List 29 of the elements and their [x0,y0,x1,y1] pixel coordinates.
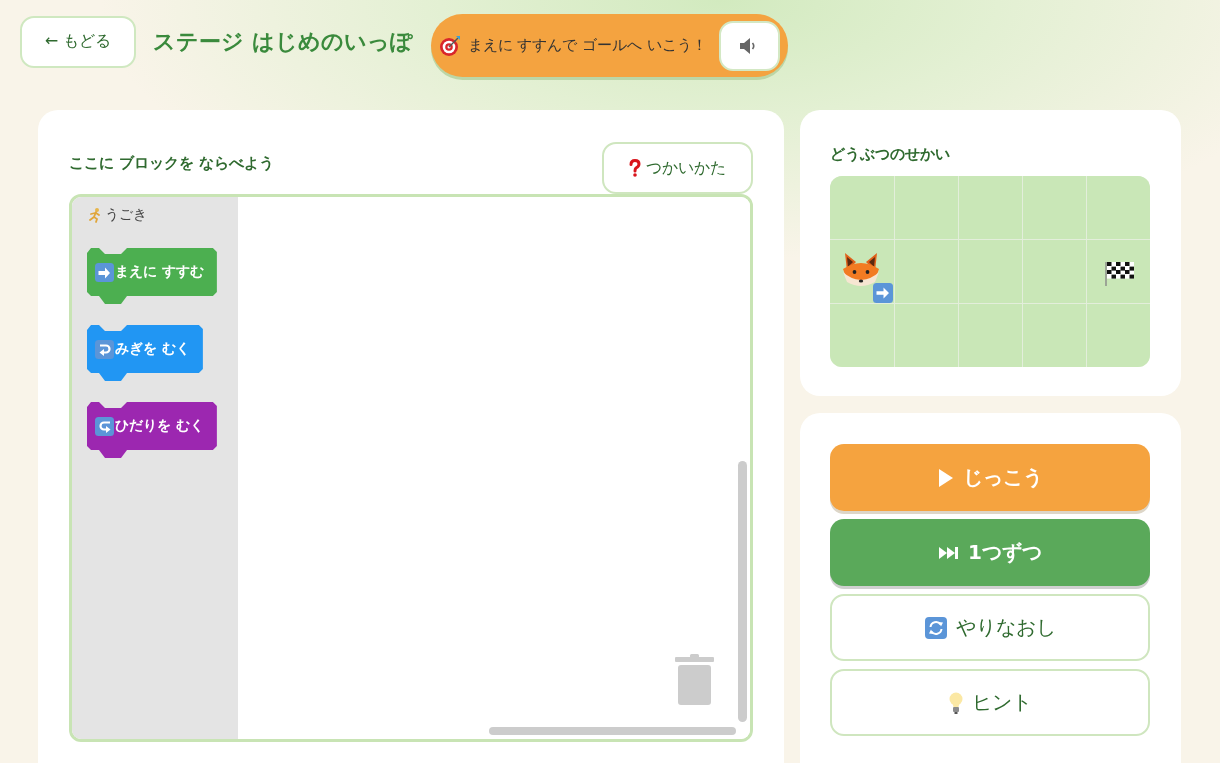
refresh-icon [924,616,947,639]
goal-text: まえに すすんで ゴールへ いこう！ [467,36,707,55]
trash-icon [675,654,715,705]
grid-cell [894,176,958,239]
lightbulb-icon [948,691,963,714]
grid-cell [958,304,1022,367]
runner-icon [87,207,103,223]
grid-cell [958,176,1022,239]
horizontal-scrollbar[interactable] [489,727,737,735]
vertical-scrollbar[interactable] [738,461,748,722]
skip-forward-icon [938,545,959,560]
grid-cell [1022,304,1087,367]
reset-button[interactable]: やりなおし [830,594,1151,661]
grid-cell [1022,176,1087,239]
speaker-button[interactable] [719,20,780,71]
world-title: どうぶつのせかい [830,145,952,164]
play-icon [937,467,954,488]
question-mark-icon [629,159,642,177]
editor-label: ここに ブロックを ならべよう [69,154,275,174]
help-button[interactable]: つかいかた [602,142,754,194]
code-block[interactable]: ひだりを むく [87,402,217,458]
stage-title: ステージ はじめのいっぽ [153,27,413,56]
grid-cell [958,240,1022,303]
checkered-flag-icon [1103,260,1136,286]
category-label[interactable]: うごき [105,206,147,224]
grid-cell [894,304,958,367]
back-button[interactable]: ← もどる [20,15,136,68]
hint-button[interactable]: ヒント [830,669,1151,736]
dartboard-icon [438,34,461,57]
